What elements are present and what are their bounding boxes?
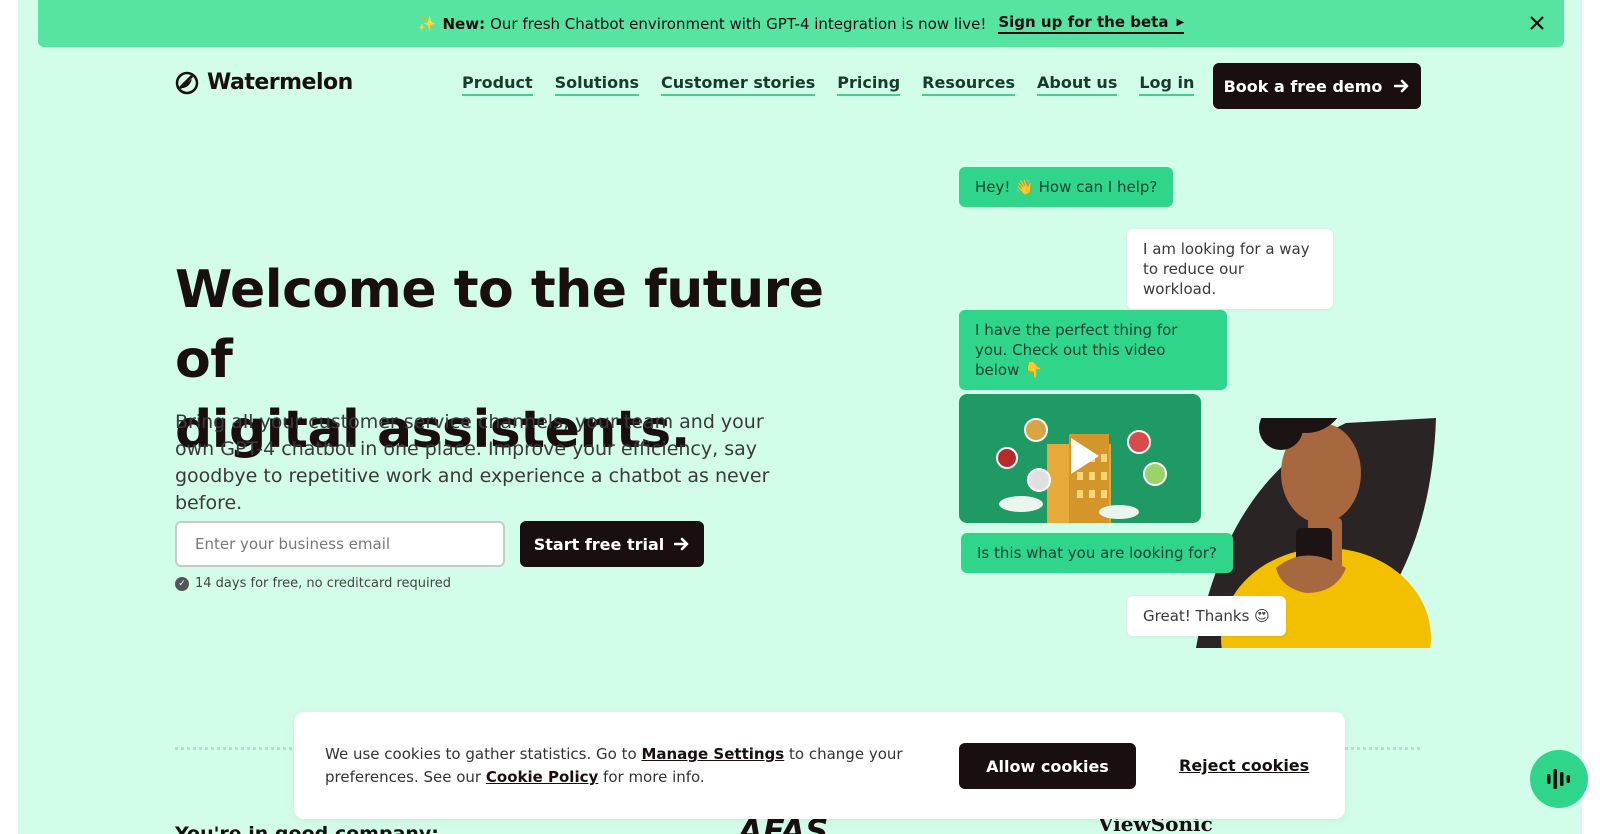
chat-bubble-bot-question: Is this what you are looking for? (961, 533, 1233, 573)
business-email-input[interactable] (175, 521, 505, 567)
book-demo-label: Book a free demo (1223, 76, 1383, 96)
nav-product[interactable]: Product (462, 73, 533, 96)
arrow-right-icon (1394, 79, 1409, 93)
start-trial-label: Start free trial (533, 534, 665, 554)
audio-bars-icon (1547, 769, 1570, 789)
logo-text: Watermelon (207, 70, 353, 95)
announcement-text: Our fresh Chatbot environment with GPT-4… (490, 14, 987, 33)
nav-pricing[interactable]: Pricing (837, 73, 901, 96)
video-illustration (996, 418, 1167, 523)
nav-solutions[interactable]: Solutions (554, 73, 640, 96)
start-trial-button[interactable]: Start free trial (520, 521, 704, 567)
chat-bubble-bot-suggestion: I have the perfect thing for you. Check … (959, 310, 1227, 390)
watermelon-logo[interactable]: Watermelon (175, 70, 353, 95)
cookie-text: We use cookies to gather statistics. Go … (325, 743, 905, 789)
manage-settings-link[interactable]: Manage Settings (641, 745, 784, 763)
book-demo-button[interactable]: Book a free demo (1213, 63, 1421, 109)
hero-subtitle: Bring all your customer service channels… (175, 411, 770, 514)
trial-note: ✓ 14 days for free, no creditcard requir… (175, 576, 451, 591)
reject-cookies-button[interactable]: Reject cookies (1179, 756, 1309, 775)
page: ✨ New: Our fresh Chatbot environment wit… (18, 0, 1582, 834)
announcement-label: New: (442, 14, 486, 33)
cookie-text-end: for more info. (603, 768, 705, 786)
cookie-policy-link[interactable]: Cookie Policy (486, 768, 598, 786)
beta-signup-label: Sign up for the beta (998, 13, 1169, 31)
allow-cookies-button[interactable]: Allow cookies (959, 743, 1136, 789)
sparkle-icon: ✨ (417, 14, 437, 33)
video-thumbnail[interactable] (959, 394, 1201, 523)
check-icon: ✓ (175, 576, 189, 591)
trial-note-text: 14 days for free, no creditcard required (195, 576, 451, 591)
chat-bubble-bot-greeting: Hey! 👋 How can I help? (959, 167, 1174, 207)
chat-bubble-user-request: I am looking for a way to reduce our wor… (1127, 229, 1333, 309)
nav-log-in[interactable]: Log in (1139, 73, 1195, 96)
play-arrow-icon: ▶ (1176, 16, 1185, 28)
main-nav: Product Solutions Customer stories Prici… (462, 73, 1195, 96)
close-icon[interactable] (1526, 12, 1548, 34)
arrow-right-icon (674, 537, 689, 551)
nav-about-us[interactable]: About us (1036, 73, 1118, 96)
announcement-bar: ✨ New: Our fresh Chatbot environment wit… (38, 0, 1564, 47)
hero-title-line1: Welcome to the future of (175, 260, 824, 390)
cookie-banner: We use cookies to gather statistics. Go … (294, 712, 1345, 819)
chat-bubble-user-thanks: Great! Thanks 😍 (1127, 596, 1286, 636)
chat-launcher-button[interactable] (1530, 750, 1588, 808)
logo-icon (175, 71, 199, 94)
nav-customer-stories[interactable]: Customer stories (661, 73, 816, 96)
cookie-text-start: We use cookies to gather statistics. Go … (325, 745, 637, 763)
nav-resources[interactable]: Resources (922, 73, 1015, 96)
beta-signup-link[interactable]: Sign up for the beta ▶ (998, 13, 1185, 34)
good-company-heading: You're in good company: (175, 823, 439, 834)
